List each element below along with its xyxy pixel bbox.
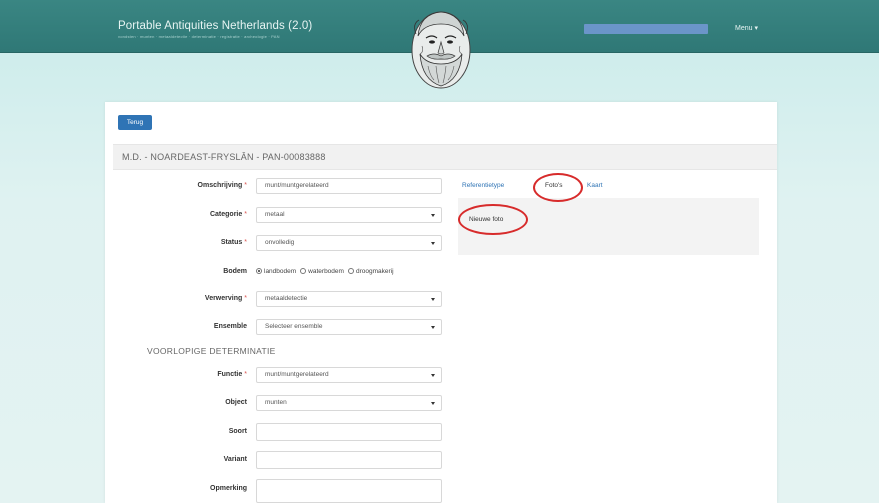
chevron-down-icon [431, 402, 435, 405]
bodem-option-landbodem[interactable]: landbodem [256, 268, 296, 275]
brand-title[interactable]: Portable Antiquities Netherlands (2.0) [118, 20, 312, 32]
categorie-label: Categorie * [209, 211, 247, 218]
categorie-select[interactable]: metaal [256, 207, 442, 223]
status-select[interactable]: onvolledig [256, 235, 442, 251]
tab-kaart[interactable]: Kaart [587, 182, 603, 189]
back-button[interactable]: Terug [118, 115, 152, 130]
object-select[interactable]: munten [256, 395, 442, 411]
chevron-down-icon [431, 298, 435, 301]
user-name-bar [584, 24, 708, 34]
omschrijving-field[interactable]: munt/muntgerelateerd [256, 178, 442, 194]
bodem-option-waterbodem[interactable]: waterbodem [300, 268, 344, 275]
variant-input[interactable] [256, 451, 442, 469]
omschrijving-label: Omschrijving * [197, 182, 247, 189]
variant-label: Variant [223, 456, 247, 463]
ensemble-label: Ensemble [213, 323, 247, 330]
radio-icon [347, 268, 354, 274]
verwerving-select[interactable]: metaaldetectie [256, 291, 442, 307]
verwerving-label: Verwerving * [204, 295, 247, 302]
highlight-ring-fotos-tab [533, 173, 583, 202]
functie-select[interactable]: munt/muntgerelateerd [256, 367, 442, 383]
bearded-face-logo-icon [411, 11, 471, 89]
bodem-option-droogmakerij[interactable]: droogmakerij [347, 268, 394, 275]
brand-subtitle: vondsten · munten · metaaldetectie · det… [118, 34, 280, 39]
chevron-down-icon [431, 242, 435, 245]
bodem-radio-group: landbodem waterbodem droogmakerij [256, 268, 394, 275]
soort-input[interactable] [256, 423, 442, 441]
soort-label: Soort [228, 428, 247, 435]
status-label: Status * [220, 239, 247, 246]
bodem-label: Bodem [223, 268, 247, 275]
chevron-down-icon [431, 214, 435, 217]
chevron-down-icon [431, 326, 435, 329]
chevron-down-icon [431, 374, 435, 377]
object-label: Object [225, 399, 247, 406]
functie-label: Functie * [217, 371, 247, 378]
ensemble-select[interactable]: Selecteer ensemble [256, 319, 442, 335]
record-title: M.D. - NOARDEAST-FRYSLÂN - PAN-00083888 [122, 152, 326, 162]
section-title-voorlopige-determinatie: VOORLOPIGE DETERMINATIE [147, 346, 276, 356]
highlight-ring-new-photo [458, 204, 528, 235]
radio-selected-icon [256, 268, 262, 274]
tab-referentietype[interactable]: Referentietype [462, 182, 504, 189]
opmerking-label: Opmerking [210, 485, 247, 492]
menu-dropdown[interactable]: Menu ▾ [735, 24, 758, 32]
record-header: M.D. - NOARDEAST-FRYSLÂN - PAN-00083888 [113, 144, 777, 170]
opmerking-input[interactable] [256, 479, 442, 503]
radio-icon [300, 268, 307, 274]
